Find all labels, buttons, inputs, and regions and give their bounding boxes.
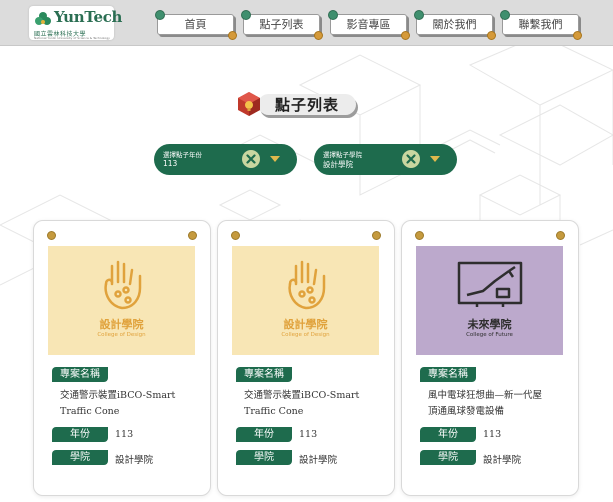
clover-logo-icon <box>35 12 51 25</box>
pin-icon <box>155 10 165 20</box>
pin-icon <box>401 31 410 40</box>
year-filter-label: 選擇點子年份 <box>163 151 202 159</box>
page-title: 點子列表 <box>258 94 356 115</box>
nav-home-label: 首頁 <box>184 18 207 31</box>
nav-media[interactable]: 影音專區 <box>328 10 410 40</box>
yuntech-logo[interactable]: YunTech 國立雲林科技大學 National Yunlin Univers… <box>29 6 122 40</box>
nav-contact[interactable]: 聯繫我們 <box>500 10 582 40</box>
clear-icon[interactable] <box>402 150 420 168</box>
college-tag: 學院 <box>52 450 108 465</box>
project-name-tag: 專案名稱 <box>236 367 292 382</box>
pin-icon <box>372 231 381 240</box>
year-value: 113 <box>299 429 318 440</box>
page-title-group: 點子列表 <box>236 91 366 121</box>
pin-icon <box>228 31 237 40</box>
college-filter-value: 設計學院 <box>323 160 353 169</box>
college-value: 設計學院 <box>115 455 154 466</box>
year-tag: 年份 <box>236 427 292 442</box>
pin-icon <box>415 231 424 240</box>
college-value: 設計學院 <box>483 455 522 466</box>
nav-idea-list-label: 點子列表 <box>259 18 304 31</box>
palette-hand-icon <box>104 260 142 310</box>
robot-icon <box>457 261 523 307</box>
thumb-title: 未來學院 <box>467 318 512 331</box>
palette-hand-icon <box>288 260 326 310</box>
project-name-line: 風中電球狂想曲—新一代屋 <box>428 390 543 401</box>
college-thumbnail[interactable]: 未來學院 College of Future <box>416 246 563 355</box>
thumb-title: 設計學院 <box>283 318 328 331</box>
nav-about[interactable]: 關於我們 <box>414 10 496 40</box>
college-tag: 學院 <box>420 450 476 465</box>
college-filter-select[interactable]: 選擇點子學院 設計學院 <box>314 144 457 175</box>
pin-icon <box>188 231 197 240</box>
nav-idea-list[interactable]: 點子列表 <box>241 10 323 40</box>
logo-subtitle-en: National Yunlin University of Science & … <box>34 36 110 40</box>
caret-down-icon[interactable] <box>430 156 440 162</box>
pin-icon <box>241 10 251 20</box>
year-tag: 年份 <box>52 427 108 442</box>
nav-media-label: 影音專區 <box>346 18 391 31</box>
nav-about-label: 關於我們 <box>432 18 477 31</box>
project-name[interactable]: 交通警示裝置iBCO-Smart Traffic Cone <box>60 388 200 420</box>
project-name-line: 頂通風球發電設備 <box>428 406 505 417</box>
project-name-tag: 專案名稱 <box>420 367 476 382</box>
year-filter-select[interactable]: 選擇點子年份 113 <box>154 144 297 175</box>
college-thumbnail[interactable]: 設計學院 College of Design <box>232 246 379 355</box>
idea-card[interactable]: 設計學院 College of Design 專案名稱 交通警示裝置iBCO-S… <box>33 220 211 496</box>
nav-contact-label: 聯繫我們 <box>518 18 563 31</box>
project-name-line: Traffic Cone <box>60 406 120 417</box>
college-filter-label: 選擇點子學院 <box>323 151 362 159</box>
project-name-line: 交通警示裝置iBCO-Smart <box>60 390 176 401</box>
pin-icon <box>231 231 240 240</box>
pin-icon <box>47 231 56 240</box>
college-thumbnail[interactable]: 設計學院 College of Design <box>48 246 195 355</box>
pin-icon <box>573 31 582 40</box>
pin-icon <box>556 231 565 240</box>
pin-icon <box>487 31 496 40</box>
pin-icon <box>314 31 323 40</box>
nav-home[interactable]: 首頁 <box>155 10 237 40</box>
project-name-line: Traffic Cone <box>244 406 304 417</box>
top-header: YunTech 國立雲林科技大學 National Yunlin Univers… <box>0 0 613 46</box>
project-name-tag: 專案名稱 <box>52 367 108 382</box>
year-value: 113 <box>115 429 134 440</box>
project-name-line: 交通警示裝置iBCO-Smart <box>244 390 360 401</box>
pin-icon <box>328 10 338 20</box>
thumb-subtitle: College of Design <box>281 332 330 338</box>
idea-card[interactable]: 設計學院 College of Design 專案名稱 交通警示裝置iBCO-S… <box>217 220 395 496</box>
lightbulb-icon <box>238 92 260 116</box>
thumb-subtitle: College of Design <box>97 332 146 338</box>
college-value: 設計學院 <box>299 455 338 466</box>
project-name[interactable]: 風中電球狂想曲—新一代屋 頂通風球發電設備 <box>428 388 568 420</box>
year-value: 113 <box>483 429 502 440</box>
clear-icon[interactable] <box>242 150 260 168</box>
college-tag: 學院 <box>236 450 292 465</box>
year-tag: 年份 <box>420 427 476 442</box>
thumb-subtitle: College of Future <box>466 332 513 338</box>
logo-name: YunTech <box>54 8 123 26</box>
caret-down-icon[interactable] <box>270 156 280 162</box>
pin-icon <box>500 10 510 20</box>
year-filter-value: 113 <box>163 159 178 168</box>
pin-icon <box>414 10 424 20</box>
thumb-title: 設計學院 <box>99 318 144 331</box>
project-name[interactable]: 交通警示裝置iBCO-Smart Traffic Cone <box>244 388 384 420</box>
idea-card[interactable]: 未來學院 College of Future 專案名稱 風中電球狂想曲—新一代屋… <box>401 220 579 496</box>
